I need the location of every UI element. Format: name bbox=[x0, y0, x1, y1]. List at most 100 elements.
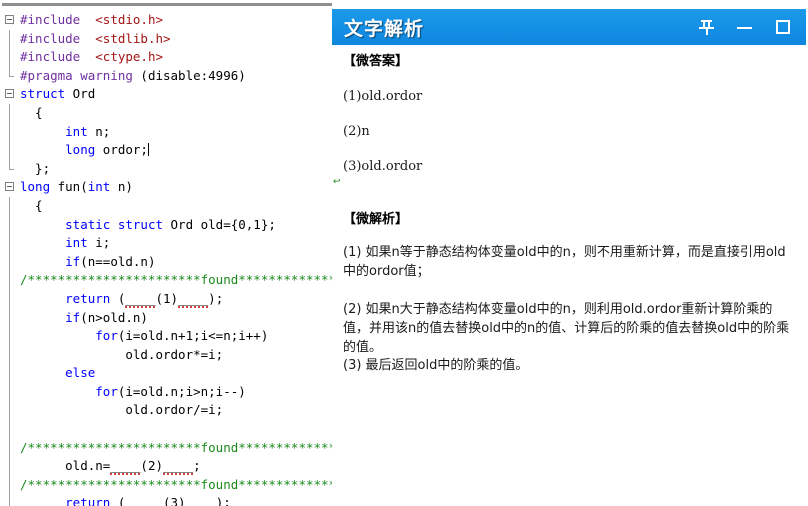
answer-item-1: (1)old.ordor bbox=[343, 89, 423, 104]
code-token: <stdlib.h> bbox=[95, 30, 171, 46]
fold-guide-line bbox=[9, 308, 10, 328]
code-token: for bbox=[95, 328, 118, 344]
code-token: <stdio.h> bbox=[95, 12, 164, 27]
code-token: int bbox=[87, 179, 111, 195]
editor-top-divider bbox=[2, 3, 332, 6]
revision-mark-icon: ↩ bbox=[333, 177, 341, 187]
code-token: static bbox=[65, 216, 111, 232]
code-token: fun( bbox=[50, 179, 88, 195]
analysis-section-heading: 【微解析】 bbox=[343, 212, 409, 227]
code-token: #pragma warning bbox=[20, 67, 133, 83]
fold-guide-line bbox=[9, 122, 10, 142]
code-token: (i=old.n+1;i<=n;i++) bbox=[117, 328, 269, 344]
maximize-icon[interactable] bbox=[774, 18, 792, 36]
code-token: (n>old.n) bbox=[80, 309, 148, 325]
analysis-item-3: (3) 最后返回old中的阶乘的值。 bbox=[343, 358, 529, 373]
code-token: (1) bbox=[155, 290, 179, 306]
analysis-item-2: (2) 如果n大于静态结构体变量old中的n，则利用old.ordor重新计算阶… bbox=[343, 302, 790, 355]
code-line[interactable]: for(i=old.n;i>n;i--) bbox=[0, 382, 332, 402]
code-line[interactable]: if(n>old.n) bbox=[0, 308, 332, 328]
panel-content: 【微答案】 (1)old.ordor (2)n (3)old.ordor 【微解… bbox=[332, 45, 806, 506]
code-token: (n==old.n) bbox=[80, 253, 156, 269]
fold-guide-line bbox=[9, 420, 10, 439]
code-line[interactable]: }; bbox=[0, 159, 332, 179]
fold-guide-line bbox=[9, 66, 14, 77]
fold-guide-line bbox=[9, 234, 10, 253]
fold-guide-line bbox=[9, 29, 10, 49]
code-line[interactable]: return (____(1)____); bbox=[0, 289, 332, 309]
answer-item-2: (2)n bbox=[343, 124, 370, 139]
fold-toggle-icon[interactable] bbox=[5, 14, 14, 24]
code-line[interactable]: #include <stdlib.h> bbox=[0, 29, 332, 49]
code-token: long bbox=[20, 179, 51, 195]
fold-guide-line bbox=[9, 382, 10, 402]
code-token: struct bbox=[117, 216, 163, 232]
code-line[interactable]: { bbox=[0, 103, 332, 123]
code-token: old.n= bbox=[20, 458, 111, 474]
code-line[interactable]: old.ordor*=i; bbox=[0, 345, 332, 365]
code-line[interactable]: long ordor; bbox=[0, 141, 332, 160]
code-line[interactable] bbox=[0, 420, 332, 439]
code-line[interactable]: else bbox=[0, 364, 332, 383]
code-line[interactable]: int n; bbox=[0, 122, 332, 142]
code-token: return bbox=[65, 290, 111, 306]
fold-toggle-icon[interactable] bbox=[5, 181, 14, 191]
code-token: old.ordor*=i; bbox=[20, 346, 224, 362]
fold-toggle-icon[interactable] bbox=[5, 88, 14, 98]
pin-icon[interactable] bbox=[698, 18, 716, 36]
code-token: (i=old.n;i>n;i--) bbox=[117, 383, 246, 399]
code-line[interactable]: return ( ____(3)____); bbox=[0, 494, 332, 506]
code-line[interactable]: old.ordor/=i; bbox=[0, 401, 332, 421]
code-token: else bbox=[65, 365, 96, 381]
code-line[interactable]: if(n==old.n) bbox=[0, 252, 332, 272]
code-line[interactable]: long fun(int n) bbox=[0, 178, 332, 197]
panel-title-bar[interactable]: 文字解析 bbox=[332, 9, 806, 45]
code-line[interactable]: int i; bbox=[0, 234, 332, 253]
fold-guide-line bbox=[9, 494, 10, 506]
application-window: #include <stdio.h> #include <stdlib.h> #in… bbox=[0, 0, 808, 506]
answer-section-heading: 【微答案】 bbox=[343, 54, 409, 69]
fold-guide-line bbox=[9, 252, 10, 272]
code-line[interactable]: /***********************found***********… bbox=[0, 475, 332, 495]
code-line[interactable]: #include <ctype.h> bbox=[0, 48, 332, 67]
code-token: ); bbox=[215, 495, 231, 506]
code-token: ____ bbox=[178, 290, 209, 308]
fold-guide-line bbox=[9, 289, 10, 309]
code-token: if bbox=[65, 253, 81, 269]
code-line[interactable]: static struct Ord old={0,1}; bbox=[0, 215, 332, 235]
code-line[interactable]: { bbox=[0, 196, 332, 216]
code-token: ____ bbox=[110, 458, 141, 476]
code-token: int bbox=[65, 123, 88, 139]
code-line[interactable]: /***********************found***********… bbox=[0, 438, 332, 458]
text-analysis-panel: 文字解析 【微答案】 (1)old.ordor (2)n (3)old.ordo… bbox=[332, 0, 808, 506]
code-line[interactable]: for(i=old.n+1;i<=n;i++) bbox=[0, 327, 332, 346]
code-editor-lines[interactable]: #include <stdio.h> #include <stdlib.h> #in… bbox=[0, 11, 332, 506]
code-line[interactable]: #include <stdio.h> bbox=[0, 11, 332, 30]
code-line[interactable]: struct Ord bbox=[0, 85, 332, 104]
code-token: n) bbox=[110, 179, 133, 195]
fold-guide-line bbox=[9, 401, 10, 421]
code-token: n; bbox=[87, 123, 111, 139]
code-token: <ctype.h> bbox=[95, 49, 164, 65]
code-token: }; bbox=[20, 160, 51, 176]
fold-guide-line bbox=[9, 48, 10, 67]
code-line[interactable]: #pragma warning (disable:4996) bbox=[0, 66, 332, 86]
code-line[interactable]: /***********************found***********… bbox=[0, 271, 332, 290]
fold-guide-line bbox=[9, 475, 10, 495]
code-editor-pane[interactable]: #include <stdio.h> #include <stdlib.h> #in… bbox=[0, 0, 332, 506]
code-token: ____ bbox=[132, 495, 163, 506]
code-line[interactable]: old.n=____(2)____; bbox=[0, 457, 332, 476]
code-token: ; bbox=[193, 458, 201, 474]
minimize-icon[interactable] bbox=[736, 18, 754, 36]
code-token: { bbox=[20, 197, 43, 213]
